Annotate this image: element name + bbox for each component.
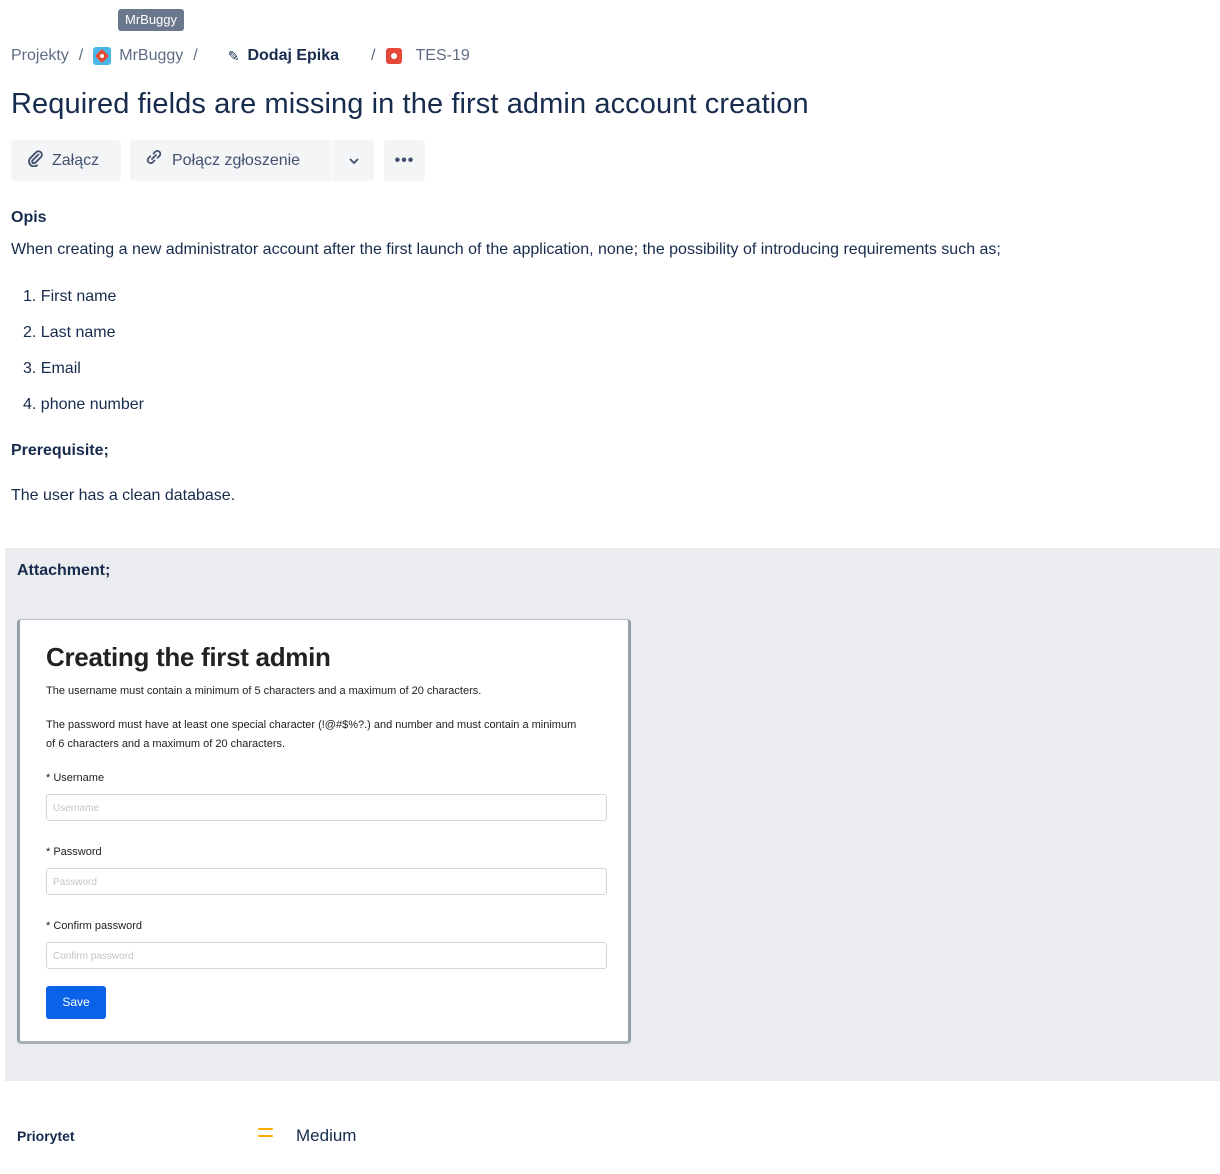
screenshot-username-rule: The username must contain a minimum of 5… (46, 685, 482, 697)
priority-label: Priorytet (17, 1128, 75, 1144)
screenshot-confirm-input: Confirm password (46, 942, 607, 969)
list-item: 3. Email (23, 360, 81, 377)
more-actions-button[interactable]: ••• (384, 140, 425, 181)
list-item: 4. phone number (23, 396, 144, 413)
requirements-list: 1. First name 2. Last name 3. Email 4. p… (0, 288, 144, 432)
breadcrumb-separator: / (193, 47, 198, 64)
breadcrumb-projects[interactable]: Projekty (11, 47, 69, 65)
screenshot-heading: Creating the first admin (46, 642, 331, 672)
screenshot-username-label: * Username (46, 772, 105, 784)
attachment-screenshot[interactable]: Creating the first admin The username mu… (17, 619, 631, 1044)
chevron-down-icon (349, 154, 359, 168)
screenshot-password-input: Password (46, 868, 607, 895)
screenshot-confirm-label: * Confirm password (46, 920, 142, 932)
link-issue-dropdown[interactable] (333, 140, 374, 181)
add-epic-label: Dodaj Epika (247, 47, 340, 64)
priority-value[interactable]: Medium (296, 1126, 356, 1146)
description-text: When creating a new administrator accoun… (11, 241, 1001, 258)
attach-label: Załącz (52, 151, 100, 169)
prerequisite-text: The user has a clean database. (11, 487, 236, 504)
link-icon (144, 149, 164, 172)
prerequisite-heading: Prerequisite; (11, 442, 109, 459)
screenshot-password-label: * Password (46, 846, 102, 858)
project-tooltip: MrBuggy (118, 9, 185, 31)
breadcrumb-add-epic[interactable]: ✎ Dodaj Epika (228, 47, 339, 65)
bug-issue-type-icon (385, 48, 402, 64)
list-item: 1. First name (23, 288, 117, 305)
link-issue-label: Połącz zgłoszenie (172, 151, 301, 169)
description-heading: Opis (11, 209, 47, 226)
breadcrumb: Projekty / MrBuggy / ✎ Dodaj Epika / TES… (11, 44, 470, 68)
link-issue-button[interactable]: Połącz zgłoszenie (130, 140, 332, 181)
screenshot-username-input: Username (46, 794, 607, 821)
paperclip-icon (26, 149, 44, 172)
more-icon: ••• (394, 151, 415, 169)
breadcrumb-separator: / (78, 47, 84, 64)
breadcrumb-issue-key[interactable]: TES-19 (416, 47, 470, 65)
priority-medium-icon (258, 1128, 273, 1140)
screenshot-password-rule: The password must have at least one spec… (46, 719, 577, 750)
issue-title[interactable]: Required fields are missing in the first… (11, 88, 809, 121)
breadcrumb-project[interactable]: MrBuggy (119, 47, 183, 65)
breadcrumb-separator: / (371, 47, 376, 64)
list-item: 2. Last name (23, 324, 116, 341)
issue-toolbar: Załącz Połącz zgłoszenie ••• (11, 140, 425, 181)
attach-button[interactable]: Załącz (11, 140, 121, 181)
screenshot-save-button: Save (46, 986, 106, 1019)
project-avatar-icon (93, 47, 112, 65)
attachment-heading: Attachment; (17, 562, 111, 579)
pencil-icon: ✎ (227, 47, 240, 64)
